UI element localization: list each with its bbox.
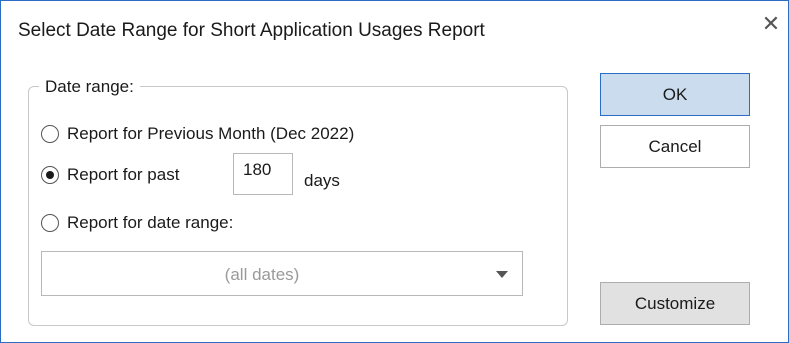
radio-label: Report for date range: (67, 213, 234, 232)
cancel-button[interactable]: Cancel (600, 125, 750, 168)
radio-label: Report for Previous Month (Dec 2022) (67, 124, 355, 143)
radio-past-days[interactable]: Report for past (41, 163, 179, 187)
radio-button-checked[interactable] (41, 166, 59, 184)
dialog-window: Select Date Range for Short Application … (0, 0, 789, 343)
customize-button[interactable]: Customize (600, 282, 750, 325)
close-icon[interactable]: ✕ (759, 12, 783, 36)
days-suffix-label: days (304, 171, 340, 190)
radio-label: Report for past (67, 165, 180, 184)
radio-button[interactable] (41, 214, 59, 232)
date-range-legend: Date range: (39, 77, 140, 97)
title-bar: Select Date Range for Short Application … (1, 1, 788, 63)
radio-date-range[interactable]: Report for date range: (41, 211, 233, 235)
chevron-down-icon[interactable] (496, 271, 508, 278)
dropdown-value: (all dates) (224, 265, 300, 284)
radio-button[interactable] (41, 125, 59, 143)
date-range-dropdown[interactable]: (all dates) (41, 251, 523, 296)
ok-button[interactable]: OK (600, 73, 750, 116)
radio-previous-month[interactable]: Report for Previous Month (Dec 2022) (41, 122, 354, 146)
days-input[interactable]: 180 (233, 153, 293, 195)
dialog-title: Select Date Range for Short Application … (18, 20, 485, 41)
